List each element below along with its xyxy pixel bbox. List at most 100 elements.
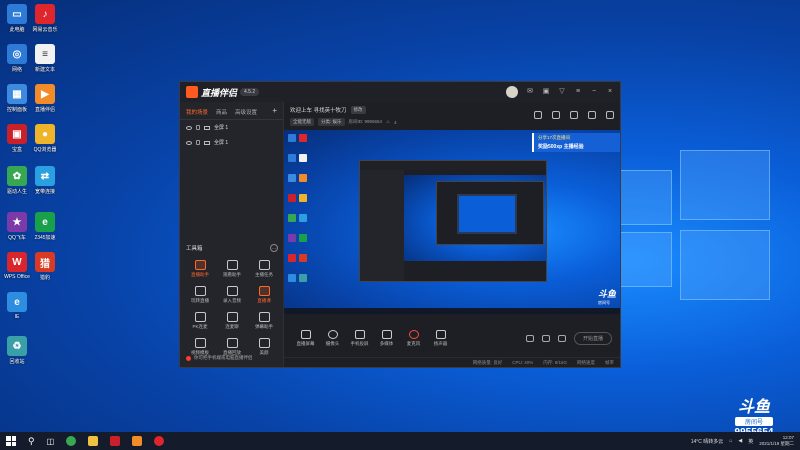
app-icon: ≡ xyxy=(35,44,55,64)
banner-line1: 分享17次直播间 xyxy=(538,135,571,140)
settings-gear-icon[interactable] xyxy=(541,334,550,342)
lock-room-icon[interactable] xyxy=(552,111,560,119)
tool-item[interactable]: 玩转直播 xyxy=(184,286,216,304)
tool-item[interactable]: 主播任务 xyxy=(248,260,280,278)
app-icon: ▶ xyxy=(35,84,55,104)
tool-item[interactable]: 直播课 xyxy=(248,286,280,304)
ime-icon[interactable]: 英 xyxy=(748,438,753,445)
tool-icon xyxy=(194,286,206,296)
eye-icon[interactable] xyxy=(186,140,192,145)
desktop-icon[interactable]: ♪ 网易云音乐 xyxy=(28,4,62,33)
toolbox-header: 工具箱 … xyxy=(186,244,278,252)
tool-item[interactable]: 连麦聊 xyxy=(216,312,248,330)
scene-item[interactable]: 全屏 1 xyxy=(180,120,283,135)
desktop-icon-label: QQ飞车 xyxy=(8,235,26,241)
desktop-icon[interactable]: 猎猎豹 xyxy=(28,252,62,281)
app-logo-icon xyxy=(186,86,198,98)
desktop-icon[interactable]: e IE xyxy=(0,292,34,320)
start-menu-icon[interactable] xyxy=(6,436,16,446)
close-icon[interactable]: × xyxy=(606,88,614,96)
tool-icon xyxy=(258,312,270,322)
room-info: 欢迎上车 寻找英十牧刀 修改 全能无敌 分类: 娱乐 房间ID: 9955654… xyxy=(284,102,620,130)
desktop-icon[interactable]: e 2345加速 xyxy=(28,212,62,241)
microphone-button[interactable]: 麦克风 xyxy=(400,329,427,347)
browser-taskbar-icon[interactable] xyxy=(66,436,77,446)
tool-icon xyxy=(226,260,238,270)
desktop-icon[interactable]: ● QQ浏览器 xyxy=(28,124,62,153)
speed-status: 网络速度 xyxy=(577,359,595,365)
tab-goods[interactable]: 商品 xyxy=(216,108,227,116)
task-view-icon[interactable]: ◫ xyxy=(47,437,55,446)
eye-icon[interactable] xyxy=(186,125,192,130)
minimize-icon[interactable]: − xyxy=(590,88,598,96)
cpu-status: CPU: 40% xyxy=(512,360,534,365)
desktop-icon[interactable]: ♻ 回收站 xyxy=(0,336,34,365)
tool-label: 主播任务 xyxy=(255,272,273,277)
tool-item[interactable]: 录入音频 xyxy=(216,286,248,304)
desktop-icon-label: 控制面板 xyxy=(6,107,27,113)
tool-item[interactable]: 观看助手 xyxy=(216,260,248,278)
tool-item[interactable]: 弹幕助手 xyxy=(248,312,280,330)
record-video-icon[interactable] xyxy=(525,334,534,342)
desktop-icon[interactable]: ⇄ 宽带连接 xyxy=(28,166,62,195)
bell-icon[interactable] xyxy=(588,111,596,119)
tool-item[interactable]: 视频模板 xyxy=(184,338,216,356)
preview-desktop-icon xyxy=(288,154,296,162)
edit-room-button[interactable]: 修改 xyxy=(350,106,366,114)
douyu-logo: 斗鱼 xyxy=(737,399,770,416)
record-icon[interactable] xyxy=(570,111,578,119)
lock-icon[interactable] xyxy=(196,140,200,145)
tool-icon xyxy=(194,338,206,348)
scene-item[interactable]: 全屏 1 xyxy=(180,135,283,150)
tool-label: 美颜 xyxy=(259,350,269,355)
toolbox-more-icon[interactable]: … xyxy=(270,244,278,252)
tool-item[interactable]: 直播助手 xyxy=(184,260,216,278)
desktop-icon[interactable]: ≡ 新建文本 xyxy=(28,44,62,73)
stream-preview[interactable]: 分享17次直播间 奖励500xp 主播经验 斗鱼 房间号 xyxy=(284,130,620,314)
media-button[interactable]: 多媒体 xyxy=(373,329,400,347)
message-icon[interactable]: ✉ xyxy=(526,88,534,96)
settings-icon[interactable]: ▽ xyxy=(558,88,566,96)
share-reward-banner[interactable]: 分享17次直播间 奖励500xp 主播经验 xyxy=(532,133,620,152)
app-brand: 直播伴侣 4.5.2 xyxy=(186,86,260,99)
music-taskbar-icon[interactable] xyxy=(154,436,165,446)
options-icon[interactable] xyxy=(557,334,566,342)
add-scene-icon[interactable]: + xyxy=(272,107,277,116)
clock[interactable]: 12:07 2021/1/19 星期二 xyxy=(759,435,794,447)
weather-text[interactable]: 14°C 晴转多云 xyxy=(691,438,724,445)
tool-item[interactable]: 美颜 xyxy=(248,338,280,356)
gift-box-icon[interactable] xyxy=(534,111,542,119)
tool-item[interactable]: PK连麦 xyxy=(184,312,216,330)
preview-desktop-icon xyxy=(288,134,296,142)
start-live-button[interactable]: 开始直播 xyxy=(573,331,612,345)
menu-icon[interactable]: ≡ xyxy=(574,88,582,96)
tab-advanced[interactable]: 高级设置 xyxy=(235,108,257,116)
screen-capture-button[interactable]: 直播屏幕 xyxy=(292,329,319,347)
explorer-taskbar-icon[interactable] xyxy=(88,436,99,446)
tool-icon xyxy=(226,338,238,348)
desktop-icon-label: QQ浏览器 xyxy=(33,147,57,153)
share-icon[interactable] xyxy=(606,111,614,119)
camera-button[interactable]: 摄像头 xyxy=(319,329,346,347)
preview-desktop-icon xyxy=(299,194,307,202)
phone-icon xyxy=(354,329,365,339)
speaker-button[interactable]: 扬声器 xyxy=(427,329,454,347)
app-taskbar-icon[interactable] xyxy=(110,436,121,446)
network-icon[interactable]: ⌂ xyxy=(729,438,732,444)
tool-icon xyxy=(226,286,238,296)
phone-cast-button[interactable]: 手机投屏 xyxy=(346,329,373,347)
preview-desktop-icon xyxy=(288,254,296,262)
volume-icon[interactable]: ◀ xyxy=(738,438,742,444)
app-icon: ◎ xyxy=(7,44,27,64)
tool-item[interactable]: 直播回放 xyxy=(216,338,248,356)
app-version: 4.5.2 xyxy=(240,88,260,96)
gift-icon[interactable]: ▣ xyxy=(542,88,550,96)
live-app-taskbar-icon[interactable] xyxy=(132,436,143,446)
lock-icon[interactable] xyxy=(196,125,200,130)
desktop-icon-label: 驱动人生 xyxy=(6,189,27,195)
room-category[interactable]: 分类: 娱乐 xyxy=(318,118,345,126)
tab-scenes[interactable]: 我的场景 xyxy=(186,108,208,116)
user-avatar[interactable] xyxy=(506,86,518,98)
search-icon[interactable]: ⚲ xyxy=(28,436,35,447)
desktop-icon[interactable]: ▶ 直播伴侣 xyxy=(28,84,62,113)
